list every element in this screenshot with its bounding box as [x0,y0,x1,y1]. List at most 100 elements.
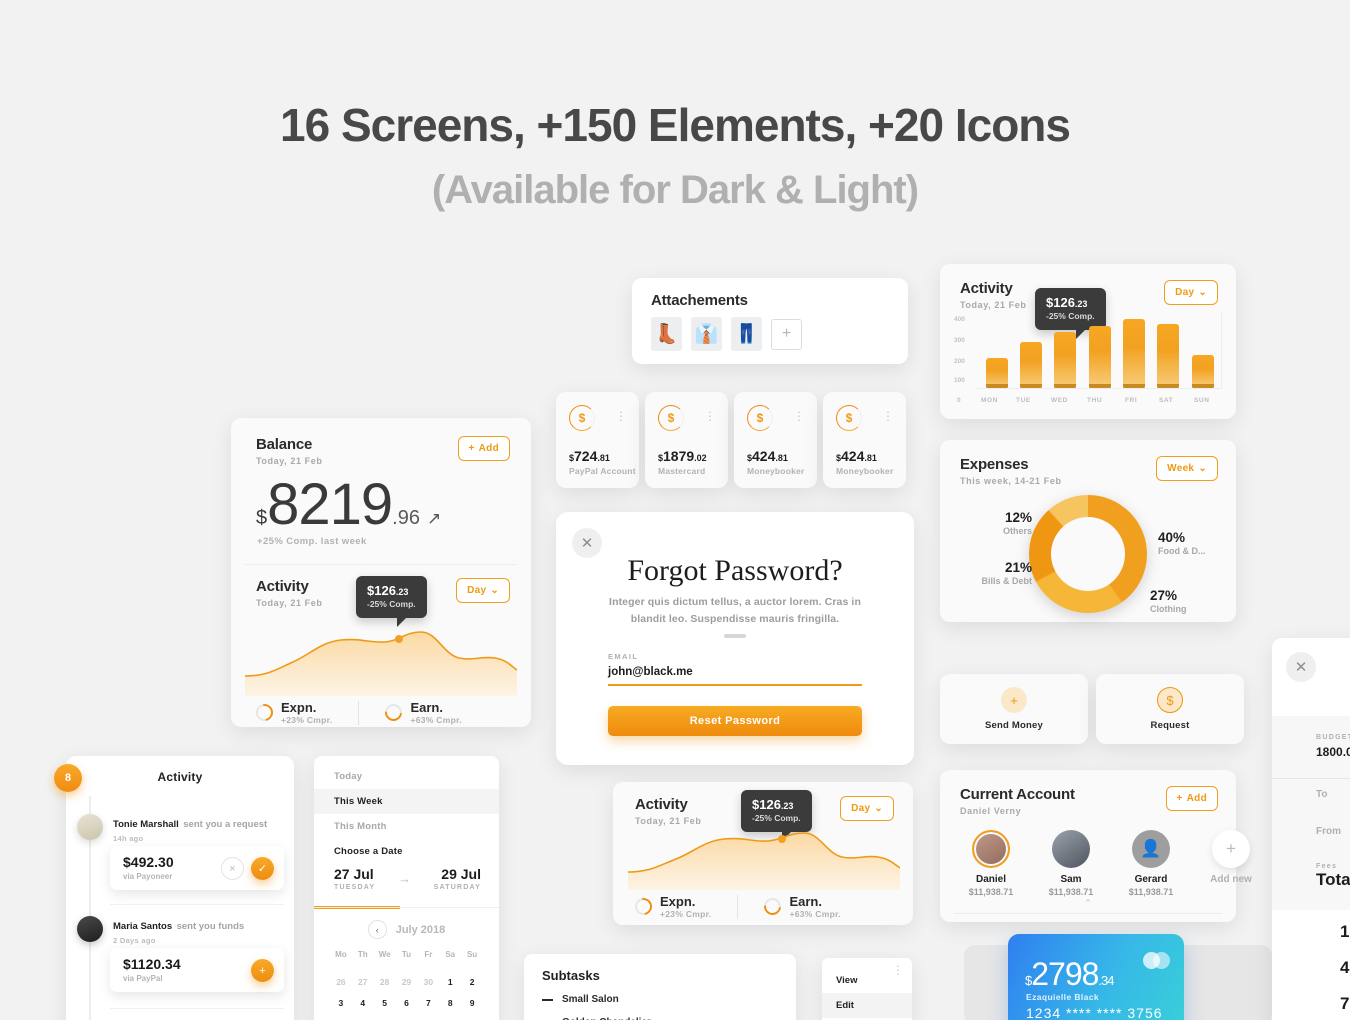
calendar-day[interactable]: 27 [352,974,374,990]
activity-bar-range-dropdown[interactable]: Day ⌄ [1164,280,1218,305]
date-picker-card: Today This Week This Month Choose a Date… [314,756,499,1020]
budget-value[interactable]: 1800.00 [1316,745,1350,759]
y-tick-300: 300 [954,337,965,344]
payment-card-moneybooker-2[interactable]: $ ⋮ $424.81 Moneybooker [823,392,906,488]
more-vertical-icon[interactable]: ⋮ [882,410,894,422]
decline-button[interactable]: × [221,857,244,880]
more-vertical-icon[interactable]: ⋮ [892,964,904,976]
more-vertical-icon[interactable]: ⋮ [615,410,627,422]
jeans-thumbnail[interactable]: 👖 [731,317,762,351]
bar-thu[interactable] [1088,326,1111,388]
calendar-day[interactable]: 7 [417,995,439,1011]
payment-label: Mastercard [658,466,706,476]
date-option-choose-date[interactable]: Choose a Date [314,839,499,864]
current-account-add-button[interactable]: + Add [1165,786,1218,811]
add-new-person-button[interactable]: + Add new [1202,830,1260,897]
calendar-day[interactable]: 3 [330,995,352,1011]
calendar-day[interactable]: 2 [461,974,483,990]
calendar-day[interactable]: 28 [374,974,396,990]
accept-button[interactable]: ✓ [251,857,274,880]
calendar-day[interactable]: 14 [417,1016,439,1020]
boots-thumbnail[interactable]: 👢 [651,317,682,351]
legend-label: Expn. [281,700,317,715]
calendar-day[interactable]: 15 [439,1016,461,1020]
email-field[interactable]: john@black.me [608,666,862,678]
feed-time: 14h ago [113,834,144,843]
bar-sat[interactable] [1157,324,1180,388]
bar-sun[interactable] [1191,355,1214,388]
payment-amount: 424 [841,448,865,464]
legend-item: Expn. +23% Cmpr. [631,894,711,919]
account-person-daniel[interactable]: Daniel $11,938.71 [962,830,1020,897]
date-option-this-week[interactable]: This Week [314,789,499,814]
account-person-sam[interactable]: Sam $11,938.71 [1042,830,1100,897]
avatar [972,830,1010,868]
more-vertical-icon[interactable]: ⋮ [704,410,716,422]
donut-label-bills: 21% Bills & Debt [958,560,1032,586]
jeans-glyph: 👖 [734,324,759,345]
keypad-1[interactable]: 1 [1340,922,1349,942]
calendar-day[interactable]: 16 [461,1016,483,1020]
donut-name: Bills & Debt [981,576,1032,586]
page-subtitle: (Available for Dark & Light) [431,168,919,212]
bar-tue[interactable] [1020,341,1043,389]
payment-card-moneybooker-1[interactable]: $ ⋮ $424.81 Moneybooker [734,392,817,488]
feed-item-tonie: Tonie Marshall sent you a request 14h ag… [113,814,284,843]
bar-fri[interactable] [1123,318,1146,389]
keypad-4[interactable]: 4 [1340,958,1349,978]
range-start[interactable]: 27 Jul TUESDAY [334,866,375,891]
balance-range-dropdown[interactable]: Day ⌄ [456,578,510,603]
activity-bar-card: Activity Today, 21 Feb Day ⌄ $126.23 -25… [940,264,1236,419]
close-icon[interactable]: ✕ [1286,652,1316,682]
shirt-thumbnail[interactable]: 👔 [691,317,722,351]
calendar-day[interactable]: 13 [396,1016,418,1020]
date-option-this-month[interactable]: This Month [314,814,499,839]
calendar-day[interactable]: 6 [396,995,418,1011]
from-label: From [1316,826,1341,837]
calendar-day[interactable]: 4 [352,995,374,1011]
activity-area-chart [628,832,900,890]
feed-amount-box: $492.30 via Payoneer × ✓ [110,846,284,890]
activity-area-card: Activity Today, 21 Feb Day ⌄ $126.23 -25… [613,782,913,925]
calendar-grid: 26 27 28 29 30 1 2 3 4 5 6 7 8 9 10 11 1… [330,974,483,1020]
chevron-down-icon: ⌄ [874,803,883,814]
expenses-range-dropdown[interactable]: Week ⌄ [1156,456,1218,481]
date-option-today[interactable]: Today [314,764,499,789]
payment-card-paypal[interactable]: $ ⋮ $724.81 PayPal Account [556,392,639,488]
add-button[interactable]: + [251,959,274,982]
keypad-7[interactable]: 7 [1340,994,1349,1014]
request-button[interactable]: $ Request [1096,674,1244,744]
account-person-gerard[interactable]: 👤 Gerard $11,938.71 [1122,830,1180,897]
calendar-day[interactable]: 30 [417,974,439,990]
menu-item-edit[interactable]: Edit [822,993,912,1018]
bar-mon[interactable] [985,357,1008,389]
range-end[interactable]: 29 Jul SATURDAY [434,866,481,891]
calendar-day[interactable]: 26 [330,974,352,990]
chevron-left-icon[interactable]: ‹ [367,920,387,939]
request-panel: ✕ RQ BUDGET 1800.00 To E From Fees Total… [1272,638,1350,1020]
send-money-button[interactable]: + Send Money [940,674,1088,744]
calendar-day[interactable]: 1 [439,974,461,990]
page-title: 16 Screens, +150 Elements, +20 Icons [280,99,1071,151]
activity-area-range-dropdown[interactable]: Day ⌄ [840,796,894,821]
calendar-day[interactable]: 9 [461,995,483,1011]
calendar-day[interactable]: 5 [374,995,396,1011]
more-vertical-icon[interactable]: ⋮ [793,410,805,422]
chevron-up-icon[interactable]: ⌃ [940,897,1236,910]
calendar-day[interactable]: 8 [439,995,461,1011]
boots-glyph: 👢 [654,324,679,345]
bar-wed[interactable] [1054,331,1077,389]
y-tick-100: 100 [954,377,965,384]
subtask-item[interactable]: Small Salon [542,994,651,1005]
balance-add-button[interactable]: + Add [457,436,510,461]
calendar-day[interactable]: 29 [396,974,418,990]
feed-action: sent you a request [183,819,268,830]
feed-action: sent you funds [176,921,245,932]
calendar-day[interactable]: 12 [374,1016,396,1020]
calendar-day[interactable]: 10 [330,1016,352,1020]
add-attachment-button[interactable]: + [771,318,802,350]
calendar-day[interactable]: 11 [352,1016,374,1020]
reset-password-button[interactable]: Reset Password [608,706,862,736]
credit-card[interactable]: $2798.34 Ezaquielle Black 1234 **** ****… [1008,934,1184,1020]
payment-card-mastercard[interactable]: $ ⋮ $1879.02 Mastercard [645,392,728,488]
